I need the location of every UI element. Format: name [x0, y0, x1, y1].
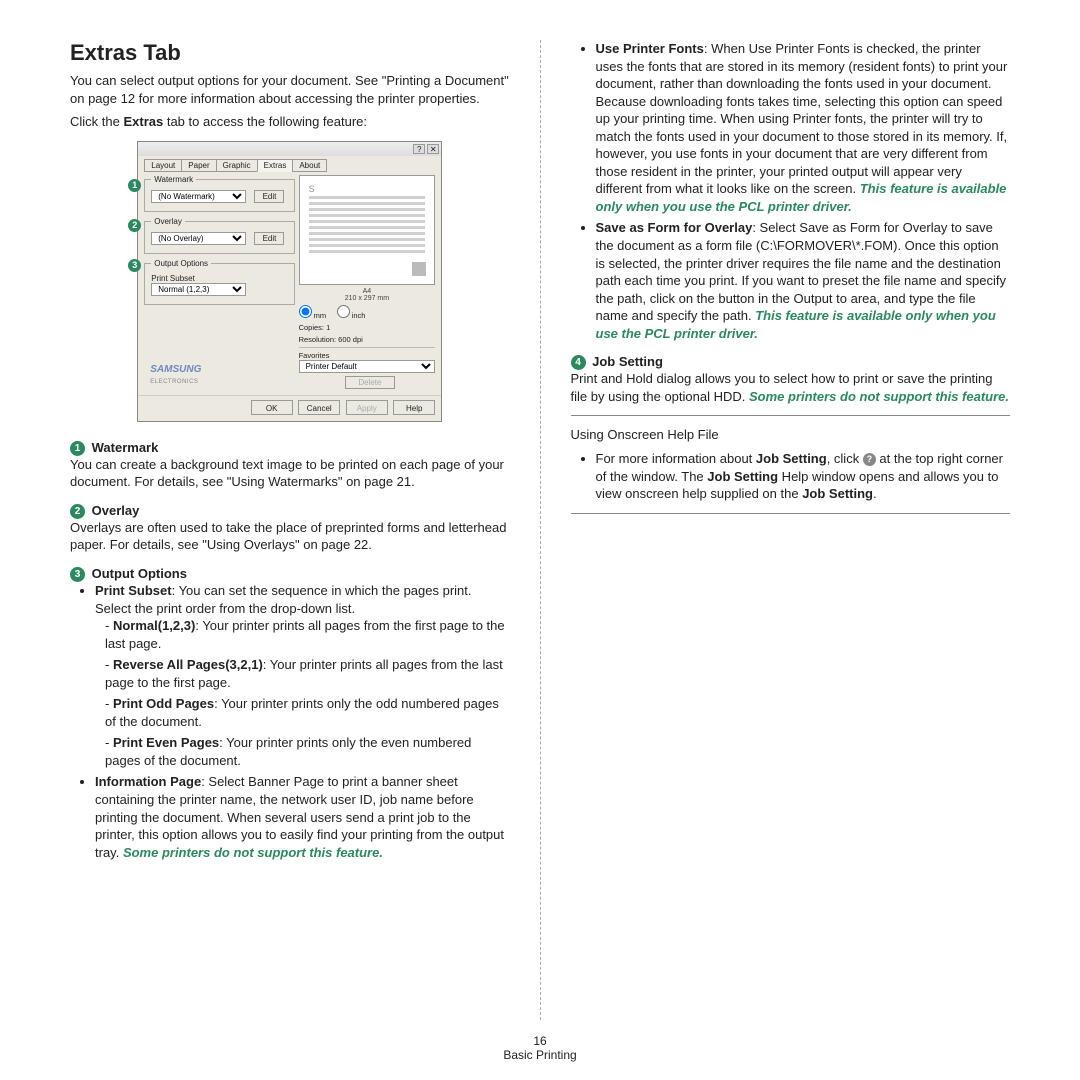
intro-2: Click the Extras tab to access the follo…	[70, 113, 510, 131]
output-label: Print Subset	[151, 274, 206, 283]
even-item: Print Even Pages: Your printer prints on…	[105, 734, 510, 769]
page-number: 16	[0, 1034, 1080, 1048]
overlay-title: Overlay	[92, 503, 140, 518]
separator-2	[571, 513, 1011, 514]
tab-extras[interactable]: Extras	[257, 159, 294, 172]
help-question-icon: ?	[863, 453, 876, 466]
marker-3-icon: 3	[128, 259, 141, 272]
overlay-group: Overlay (No Overlay) Edit	[144, 217, 294, 254]
intro-2-pre: Click the	[70, 114, 123, 129]
intro-2-bold: Extras	[123, 114, 163, 129]
page-footer: 16 Basic Printing	[0, 1034, 1080, 1062]
favorites-select[interactable]: Printer Default	[299, 360, 436, 373]
dialog-buttons: OK Cancel Apply Help	[138, 395, 441, 421]
tab-paper[interactable]: Paper	[181, 159, 216, 172]
printer-fonts-item: Use Printer Fonts: When Use Printer Font…	[596, 40, 1011, 215]
footer-text: Basic Printing	[0, 1048, 1080, 1062]
marker-2: 2	[70, 504, 85, 519]
marker-1: 1	[70, 441, 85, 456]
watermark-title: Watermark	[92, 440, 159, 455]
favorites-label: Favorites	[299, 351, 436, 360]
job-setting-title: Job Setting	[592, 354, 663, 369]
output-select[interactable]: Normal (1,2,3)	[151, 283, 246, 296]
sample-s-icon: S	[309, 184, 315, 194]
help-icon[interactable]: ?	[413, 144, 425, 154]
section-overlay: 2 Overlay Overlays are often used to tak…	[70, 503, 510, 554]
marker-2-icon: 2	[128, 219, 141, 232]
units-mm-radio[interactable]	[299, 305, 312, 318]
job-setting-note: Some printers do not support this featur…	[749, 389, 1009, 404]
tab-about[interactable]: About	[292, 159, 327, 172]
units-inch-radio[interactable]	[337, 305, 350, 318]
watermark-edit-button[interactable]: Edit	[254, 190, 284, 203]
help-file-item: For more information about Job Setting, …	[596, 450, 1011, 503]
paper-dim: A4210 x 297 mm	[299, 288, 436, 302]
output-legend: Output Options	[151, 259, 211, 268]
marker-4: 4	[571, 355, 586, 370]
units-mm-label: mm	[314, 311, 327, 320]
overlay-edit-button[interactable]: Edit	[254, 232, 284, 245]
help-button[interactable]: Help	[393, 400, 435, 415]
left-column: Extras Tab You can select output options…	[45, 40, 535, 1020]
page-title: Extras Tab	[70, 40, 510, 66]
apply-button[interactable]: Apply	[346, 400, 388, 415]
output-title: Output Options	[92, 566, 187, 581]
info-page-item: Information Page: Select Banner Page to …	[95, 773, 510, 861]
separator-1	[571, 415, 1011, 416]
section-watermark: 1 Watermark You can create a background …	[70, 440, 510, 491]
job-setting-body: Print and Hold dialog allows you to sele…	[571, 370, 1011, 405]
right-column: Use Printer Fonts: When Use Printer Font…	[546, 40, 1036, 1020]
marker-1-icon: 1	[128, 179, 141, 192]
normal-item: Normal(1,2,3): Your printer prints all p…	[105, 617, 510, 652]
ok-button[interactable]: OK	[251, 400, 293, 415]
watermark-select[interactable]: (No Watermark)	[151, 190, 246, 203]
delete-button[interactable]: Delete	[345, 376, 395, 389]
page: Extras Tab You can select output options…	[0, 0, 1080, 1020]
output-group: Output Options Print Subset Normal (1,2,…	[144, 259, 294, 305]
watermark-group: Watermark (No Watermark) Edit	[144, 175, 294, 212]
intro-1: You can select output options for your d…	[70, 72, 510, 107]
page-preview: S	[299, 175, 436, 285]
section-output: 3 Output Options Print Subset: You can s…	[70, 566, 510, 861]
column-divider	[540, 40, 541, 1020]
copies-label: Copies: 1	[299, 323, 436, 332]
intro-2-post: tab to access the following feature:	[163, 114, 367, 129]
info-page-note: Some printers do not support this featur…	[123, 845, 383, 860]
dialog-tabs: Layout Paper Graphic Extras About	[144, 159, 441, 172]
units-row: mm inch	[299, 305, 436, 320]
print-subset-b: Print Subset	[95, 583, 172, 598]
tab-graphic[interactable]: Graphic	[216, 159, 258, 172]
cancel-button[interactable]: Cancel	[298, 400, 340, 415]
overlay-body: Overlays are often used to take the plac…	[70, 519, 510, 554]
section-job-setting: 4 Job Setting Print and Hold dialog allo…	[571, 354, 1011, 405]
help-file-title: Using Onscreen Help File	[571, 426, 1011, 444]
print-subset-item: Print Subset: You can set the sequence i…	[95, 582, 510, 769]
overlay-legend: Overlay	[151, 217, 185, 226]
brand-logo: SAMSUNGELECTRONICS	[144, 356, 294, 389]
units-inch-label: inch	[352, 311, 366, 320]
dialog-titlebar: ? ✕	[138, 142, 441, 156]
resolution-label: Resolution: 600 dpi	[299, 335, 436, 348]
save-form-item: Save as Form for Overlay: Select Save as…	[596, 219, 1011, 342]
watermark-body: You can create a background text image t…	[70, 456, 510, 491]
odd-item: Print Odd Pages: Your printer prints onl…	[105, 695, 510, 730]
reverse-item: Reverse All Pages(3,2,1): Your printer p…	[105, 656, 510, 691]
extras-dialog: ? ✕ Layout Paper Graphic Extras About 1 …	[137, 141, 442, 422]
tab-layout[interactable]: Layout	[144, 159, 182, 172]
marker-3: 3	[70, 567, 85, 582]
close-icon[interactable]: ✕	[427, 144, 439, 154]
watermark-legend: Watermark	[151, 175, 196, 184]
overlay-select[interactable]: (No Overlay)	[151, 232, 246, 245]
